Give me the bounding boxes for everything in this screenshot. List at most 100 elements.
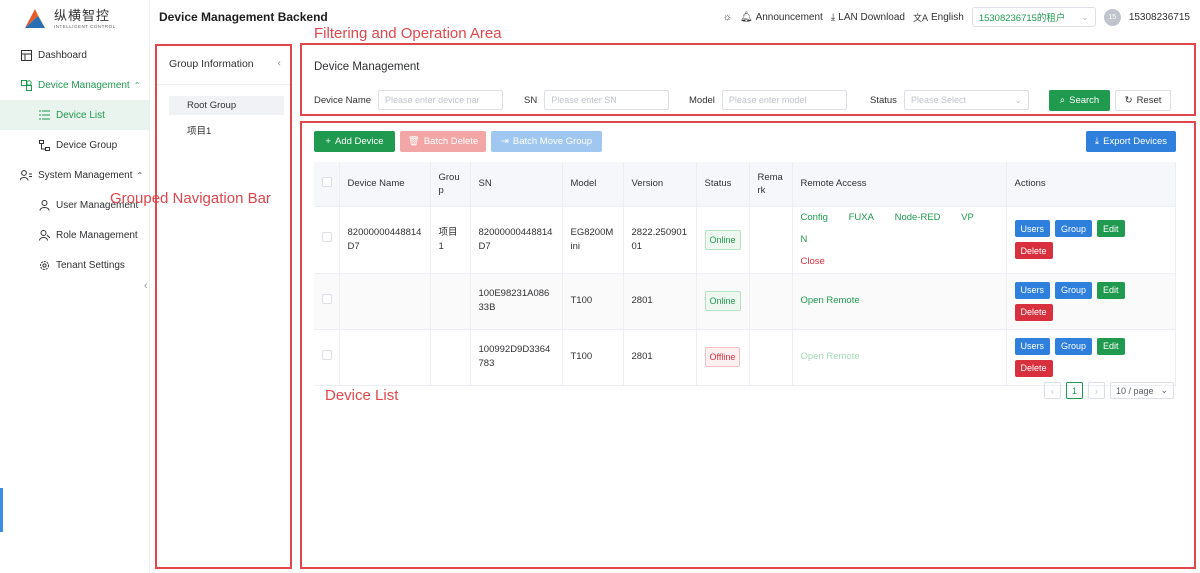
column-header: Actions bbox=[1006, 162, 1176, 207]
annotation-navigation-bar: Grouped Navigation Bar bbox=[110, 190, 271, 207]
bell-icon: 🔔︎ bbox=[739, 11, 753, 23]
logo-sub-text: INTELLIGENT CONTROL bbox=[54, 23, 116, 29]
cell-remote-access: Config FUXA Node-RED VPN Close bbox=[792, 206, 1007, 274]
config-link[interactable]: Config bbox=[801, 212, 828, 223]
table-row: 100E98231A08633B T100 2801 Online Open R… bbox=[314, 273, 1176, 330]
edit-button[interactable]: Edit bbox=[1097, 337, 1125, 355]
filter-title: Device Management bbox=[314, 61, 420, 73]
page-size-select[interactable]: 10 / page ⌄ bbox=[1110, 382, 1174, 399]
cell-version: 2801 bbox=[623, 273, 697, 330]
chevron-down-icon: ⌄ bbox=[1014, 94, 1022, 105]
column-header: Status bbox=[696, 162, 750, 207]
nodered-link[interactable]: Node-RED bbox=[895, 212, 941, 223]
export-devices-button[interactable]: ⤓ Export Devices bbox=[1085, 131, 1176, 152]
close-remote-link[interactable]: Close bbox=[801, 256, 825, 267]
search-button[interactable]: ⌕ Search bbox=[1049, 89, 1110, 111]
download-icon: ⤓ bbox=[830, 11, 836, 23]
edit-button[interactable]: Edit bbox=[1097, 281, 1125, 299]
model-input[interactable]: Please enter model bbox=[721, 90, 847, 110]
list-icon bbox=[38, 109, 50, 121]
row-checkbox[interactable] bbox=[314, 329, 340, 386]
status-badge: Offline bbox=[704, 347, 741, 367]
announcement-link[interactable]: 🔔︎ Announcement bbox=[740, 12, 823, 23]
logo-main-text: 纵横智控 bbox=[54, 8, 111, 24]
theme-toggle[interactable]: ☼ bbox=[723, 12, 732, 23]
sidebar-collapse-icon[interactable]: ‹ bbox=[144, 280, 148, 292]
sidebar-item-device-list[interactable]: Device List bbox=[0, 100, 149, 130]
cell-actions: Users Group Edit Delete bbox=[1006, 273, 1176, 330]
open-remote-link[interactable]: Open Remote bbox=[801, 295, 860, 306]
sidebar: 纵横智控 INTELLIGENT CONTROL Dashboard Devic… bbox=[0, 0, 150, 573]
cell-actions: Users Group Edit Delete bbox=[1006, 329, 1176, 386]
users-button[interactable]: Users bbox=[1014, 281, 1051, 299]
batch-delete-button[interactable]: 🗑︎ Batch Delete bbox=[400, 131, 486, 152]
row-checkbox[interactable] bbox=[314, 273, 340, 330]
sidebar-item-label: System Management bbox=[38, 169, 133, 181]
group-item-project[interactable]: 项目1 bbox=[169, 120, 284, 139]
page-number[interactable]: 1 bbox=[1066, 382, 1083, 399]
lan-download-link[interactable]: ⤓ LAN Download bbox=[831, 12, 905, 23]
group-item-root[interactable]: Root Group bbox=[169, 96, 284, 115]
model-label: Model bbox=[689, 94, 715, 106]
page-title: Device Management Backend bbox=[159, 10, 328, 24]
next-page-button[interactable]: › bbox=[1088, 382, 1105, 399]
sidebar-item-dashboard[interactable]: Dashboard bbox=[0, 40, 149, 70]
group-button[interactable]: Group bbox=[1055, 281, 1093, 299]
delete-button[interactable]: Delete bbox=[1014, 242, 1053, 259]
pagination: ‹ 1 › 10 / page ⌄ bbox=[1044, 382, 1174, 399]
username[interactable]: 15308236715 bbox=[1129, 12, 1190, 23]
tenant-select[interactable]: 15308236715的租户 ⌄ bbox=[971, 7, 1096, 27]
status-select[interactable]: Please Select ⌄ bbox=[903, 90, 1029, 110]
add-device-button[interactable]: + Add Device bbox=[314, 131, 395, 152]
sidebar-item-system-management[interactable]: System Management ⌃ bbox=[0, 160, 149, 190]
column-header: Remote Access bbox=[792, 162, 1007, 207]
sidebar-item-label: Role Management bbox=[56, 229, 138, 241]
avatar[interactable]: 15 bbox=[1103, 8, 1121, 26]
column-header: Device Name bbox=[339, 162, 431, 207]
sn-input[interactable]: Please enter SN bbox=[544, 90, 670, 110]
sidebar-item-role-management[interactable]: Role Management bbox=[0, 220, 149, 250]
cell-version: 2801 bbox=[623, 329, 697, 386]
open-remote-link[interactable]: Open Remote bbox=[801, 351, 860, 362]
batch-move-group-button[interactable]: ⇥ Batch Move Group bbox=[491, 131, 602, 152]
prev-page-button[interactable]: ‹ bbox=[1044, 382, 1061, 399]
top-header: Device Management Backend ☼ 🔔︎ Announcem… bbox=[150, 0, 1200, 34]
row-checkbox[interactable] bbox=[314, 206, 340, 274]
device-name-input[interactable]: Please enter device nar bbox=[378, 90, 504, 110]
device-name-label: Device Name bbox=[314, 94, 372, 106]
dashboard-icon bbox=[20, 49, 32, 61]
cell-sn: 100992D9D3364783 bbox=[470, 329, 563, 386]
status-badge: Online bbox=[704, 291, 741, 311]
users-button[interactable]: Users bbox=[1014, 220, 1051, 237]
delete-button[interactable]: Delete bbox=[1014, 303, 1053, 321]
cell-remark bbox=[749, 329, 793, 386]
edit-button[interactable]: Edit bbox=[1097, 220, 1125, 237]
annotation-filter-area: Filtering and Operation Area bbox=[314, 25, 502, 42]
table-row: 100992D9D3364783 T100 2801 Offline Open … bbox=[314, 329, 1176, 386]
divider bbox=[157, 84, 290, 85]
sidebar-item-device-management[interactable]: Device Management ⌃ bbox=[0, 70, 149, 100]
reset-button[interactable]: ↻ Reset bbox=[1115, 89, 1171, 111]
users-button[interactable]: Users bbox=[1014, 337, 1051, 355]
sidebar-item-tenant-settings[interactable]: Tenant Settings bbox=[0, 250, 149, 280]
chevron-down-icon: ⌄ bbox=[1160, 385, 1168, 395]
collapse-left-icon[interactable]: ‹ bbox=[278, 58, 281, 69]
cell-remark bbox=[749, 206, 793, 274]
group-panel: Group Information ‹ Root Group 项目1 bbox=[155, 44, 292, 569]
chevron-down-icon: ⌄ bbox=[1080, 11, 1089, 23]
search-icon: ⌕ bbox=[1059, 94, 1066, 106]
select-all-checkbox[interactable] bbox=[314, 162, 340, 207]
cell-group bbox=[430, 273, 471, 330]
fuxa-link[interactable]: FUXA bbox=[849, 212, 874, 223]
group-button[interactable]: Group bbox=[1055, 220, 1093, 237]
sidebar-item-device-group[interactable]: Device Group bbox=[0, 130, 149, 160]
delete-button[interactable]: Delete bbox=[1014, 359, 1053, 377]
status-badge: Online bbox=[704, 229, 741, 250]
language-switch[interactable]: 文A English bbox=[913, 11, 964, 24]
device-list-area: + Add Device 🗑︎ Batch Delete ⇥ Batch Mov… bbox=[300, 121, 1196, 569]
cell-device-name bbox=[339, 273, 431, 330]
group-button[interactable]: Group bbox=[1055, 337, 1093, 355]
sidebar-menu: Dashboard Device Management ⌃ Device Lis… bbox=[0, 40, 149, 280]
trash-icon: 🗑︎ bbox=[407, 136, 420, 147]
chevron-up-icon: ⌃ bbox=[133, 80, 141, 90]
